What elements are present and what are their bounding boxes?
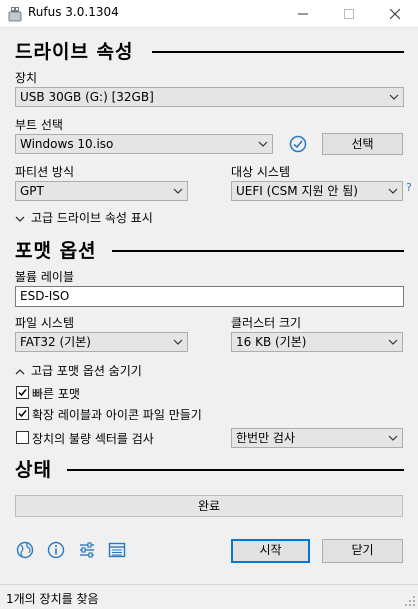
target-system-value: UEFI (CSM 지원 안 됨) bbox=[236, 184, 358, 198]
checkmark-icon bbox=[18, 410, 27, 418]
extended-label-label: 확장 레이블과 아이콘 파일 만들기 bbox=[32, 408, 202, 422]
section-divider bbox=[67, 469, 404, 471]
checkmark-icon bbox=[18, 389, 27, 397]
settings-sliders-icon[interactable] bbox=[77, 540, 97, 560]
checkbox-box[interactable] bbox=[16, 407, 29, 420]
chevron-down-icon bbox=[258, 141, 268, 147]
help-icon[interactable]: ? bbox=[406, 181, 412, 194]
device-label: 장치 bbox=[15, 71, 38, 85]
cluster-size-label: 클러스터 크기 bbox=[231, 316, 302, 330]
quick-format-label: 빠른 포맷 bbox=[32, 387, 80, 401]
close-button[interactable]: 닫기 bbox=[322, 539, 403, 563]
select-image-button[interactable]: 선택 bbox=[322, 133, 403, 155]
checkbox-box[interactable] bbox=[16, 431, 29, 444]
cluster-size-value: 16 KB (기본) bbox=[236, 335, 307, 349]
info-icon[interactable] bbox=[46, 540, 66, 560]
globe-icon[interactable] bbox=[15, 540, 35, 560]
bad-blocks-label: 장치의 불량 섹터를 검사 bbox=[32, 432, 154, 446]
partition-scheme-select[interactable]: GPT bbox=[15, 181, 188, 201]
section-divider bbox=[112, 250, 404, 252]
boot-selection-value: Windows 10.iso bbox=[20, 137, 114, 151]
chevron-down-icon bbox=[388, 339, 398, 345]
close-window-button[interactable] bbox=[372, 0, 418, 27]
boot-selection-select[interactable]: Windows 10.iso bbox=[15, 134, 273, 154]
minimize-icon bbox=[298, 13, 308, 14]
chevron-down-icon bbox=[388, 188, 398, 194]
chevron-down-icon bbox=[389, 94, 399, 100]
partition-scheme-value: GPT bbox=[20, 184, 44, 198]
advanced-format-toggle-label: 고급 포맷 옵션 숨기기 bbox=[31, 364, 142, 378]
device-select-value: USB 30GB (G:) [32GB] bbox=[20, 90, 154, 104]
boot-selection-label: 부트 선택 bbox=[15, 118, 63, 132]
rufus-app-icon bbox=[8, 7, 22, 22]
verify-checkmark-icon[interactable] bbox=[289, 135, 307, 153]
title-bar: Rufus 3.0.1304 bbox=[0, 0, 418, 28]
status-bar-text: 1개의 장치를 찾음 bbox=[6, 592, 99, 606]
window-title: Rufus 3.0.1304 bbox=[28, 5, 119, 19]
chevron-down-icon bbox=[388, 435, 398, 441]
bad-blocks-passes-value: 한번만 검사 bbox=[236, 431, 296, 445]
partition-scheme-label: 파티션 방식 bbox=[15, 165, 75, 179]
file-system-select[interactable]: FAT32 (기본) bbox=[15, 332, 188, 352]
file-system-label: 파일 시스템 bbox=[15, 316, 75, 330]
chevron-down-icon bbox=[15, 216, 25, 222]
drive-properties-heading: 드라이브 속성 bbox=[15, 41, 134, 63]
status-heading: 상태 bbox=[15, 459, 52, 481]
cluster-size-select[interactable]: 16 KB (기본) bbox=[231, 332, 403, 352]
chevron-up-icon bbox=[15, 368, 25, 374]
maximize-icon bbox=[344, 8, 354, 19]
maximize-button[interactable] bbox=[326, 0, 372, 27]
section-divider bbox=[152, 51, 404, 53]
close-icon bbox=[390, 8, 400, 19]
resize-grip-icon[interactable] bbox=[405, 596, 416, 607]
volume-label-label: 볼륨 레이블 bbox=[15, 270, 75, 284]
status-bar: 1개의 장치를 찾음 bbox=[0, 584, 418, 609]
format-options-heading: 포맷 옵션 bbox=[15, 240, 97, 262]
start-button[interactable]: 시작 bbox=[231, 539, 310, 563]
progress-bar: 완료 bbox=[15, 495, 403, 517]
device-select[interactable]: USB 30GB (G:) [32GB] bbox=[15, 87, 404, 107]
advanced-drive-toggle[interactable]: 고급 드라이브 속성 표시 bbox=[15, 209, 153, 226]
minimize-button[interactable] bbox=[280, 0, 326, 27]
chevron-down-icon bbox=[173, 339, 183, 345]
chevron-down-icon bbox=[173, 188, 183, 194]
progress-text: 완료 bbox=[197, 499, 221, 513]
volume-label-input[interactable]: ESD-ISO bbox=[15, 286, 404, 307]
advanced-format-toggle[interactable]: 고급 포맷 옵션 숨기기 bbox=[15, 362, 142, 379]
advanced-drive-toggle-label: 고급 드라이브 속성 표시 bbox=[31, 211, 153, 225]
log-icon[interactable] bbox=[107, 540, 127, 560]
checkbox-box[interactable] bbox=[16, 386, 29, 399]
bad-blocks-passes-select[interactable]: 한번만 검사 bbox=[231, 428, 403, 448]
target-system-label: 대상 시스템 bbox=[231, 165, 291, 179]
target-system-select[interactable]: UEFI (CSM 지원 안 됨) bbox=[231, 181, 403, 201]
file-system-value: FAT32 (기본) bbox=[20, 335, 91, 349]
